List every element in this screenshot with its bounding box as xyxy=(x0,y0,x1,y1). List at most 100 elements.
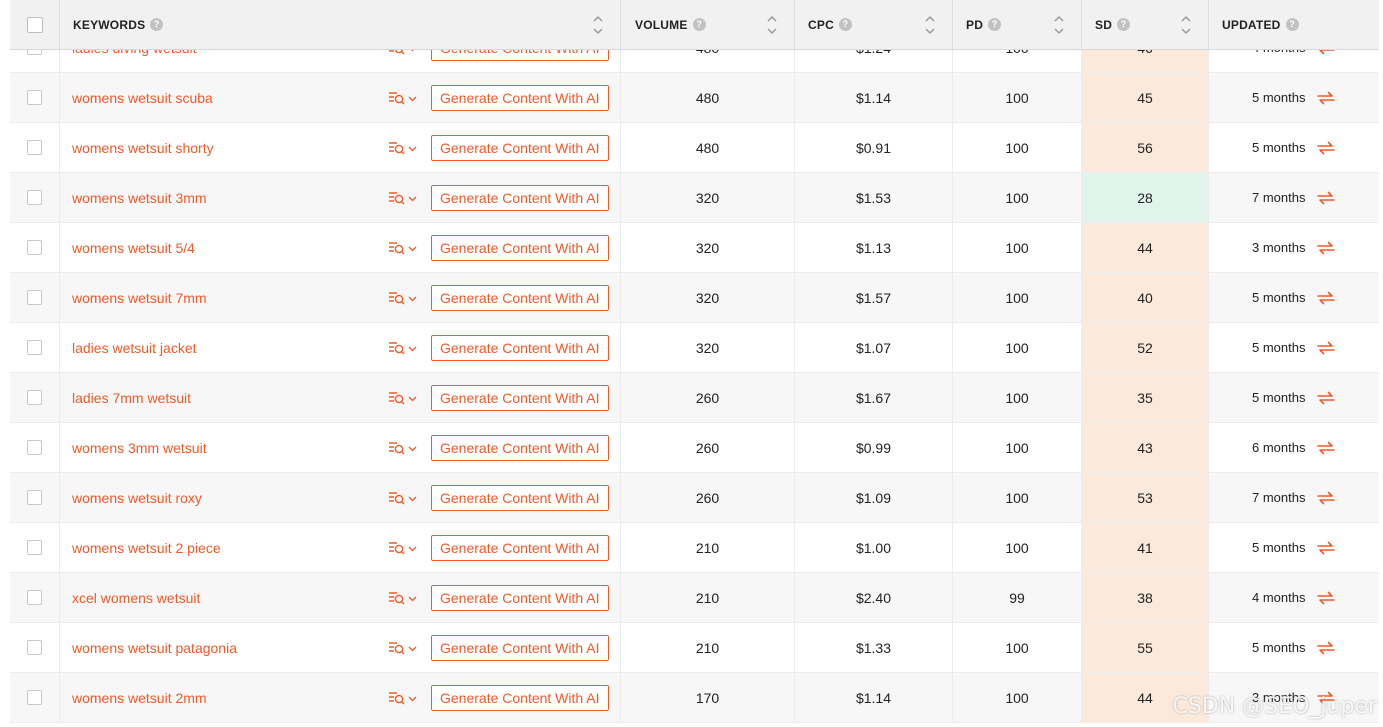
refresh-icon[interactable] xyxy=(1315,188,1337,208)
keyword-link[interactable]: womens wetsuit 2 piece xyxy=(72,540,221,556)
row-checkbox[interactable] xyxy=(27,590,42,605)
generate-content-button[interactable]: Generate Content With AI xyxy=(431,84,609,111)
help-icon[interactable]: ? xyxy=(838,18,852,31)
sd-cell: 45 xyxy=(1082,73,1209,122)
generate-content-button[interactable]: Generate Content With AI xyxy=(431,334,609,361)
refresh-icon[interactable] xyxy=(1315,388,1337,408)
refresh-icon[interactable] xyxy=(1315,538,1337,558)
help-icon[interactable]: ? xyxy=(150,18,164,31)
keyword-tools: Generate Content With AI xyxy=(387,73,609,122)
keyword-link[interactable]: womens wetsuit shorty xyxy=(72,140,214,156)
refresh-icon[interactable] xyxy=(1315,238,1337,258)
header-volume[interactable]: VOLUME ? xyxy=(621,0,795,49)
keyword-link[interactable]: womens wetsuit 5/4 xyxy=(72,240,195,256)
serp-analysis-icon[interactable] xyxy=(387,138,419,158)
generate-content-button[interactable]: Generate Content With AI xyxy=(431,384,609,411)
generate-content-button[interactable]: Generate Content With AI xyxy=(431,434,609,461)
header-updated[interactable]: UPDATED ? xyxy=(1209,0,1379,49)
sort-icon[interactable] xyxy=(766,13,778,37)
keyword-link[interactable]: womens wetsuit scuba xyxy=(72,90,213,106)
help-icon[interactable]: ? xyxy=(1117,18,1131,31)
serp-analysis-icon[interactable] xyxy=(387,338,419,358)
updated-text: 5 months xyxy=(1252,640,1306,655)
row-checkbox[interactable] xyxy=(27,340,42,355)
generate-content-button[interactable]: Generate Content With AI xyxy=(431,284,609,311)
generate-content-button[interactable]: Generate Content With AI xyxy=(431,184,609,211)
row-checkbox[interactable] xyxy=(27,540,42,555)
table-row: womens 3mm wetsuit Generate Content With … xyxy=(10,423,1379,473)
serp-analysis-icon[interactable] xyxy=(387,388,419,408)
serp-analysis-icon[interactable] xyxy=(387,688,419,708)
row-select-cell xyxy=(10,173,60,222)
sort-icon[interactable] xyxy=(924,13,936,37)
generate-content-button[interactable]: Generate Content With AI xyxy=(431,484,609,511)
refresh-icon[interactable] xyxy=(1315,88,1337,108)
serp-analysis-icon[interactable] xyxy=(387,488,419,508)
header-cpc[interactable]: CPC ? xyxy=(795,0,953,49)
refresh-icon[interactable] xyxy=(1315,438,1337,458)
pd-cell: 100 xyxy=(953,673,1082,722)
keyword-link[interactable]: womens wetsuit 3mm xyxy=(72,190,207,206)
serp-analysis-icon[interactable] xyxy=(387,638,419,658)
refresh-icon[interactable] xyxy=(1315,588,1337,608)
cpc-cell: $0.99 xyxy=(795,423,953,472)
generate-content-button[interactable]: Generate Content With AI xyxy=(431,684,609,711)
keyword-link[interactable]: womens wetsuit roxy xyxy=(72,490,202,506)
generate-content-button[interactable]: Generate Content With AI xyxy=(431,134,609,161)
keyword-link[interactable]: womens 3mm wetsuit xyxy=(72,440,207,456)
row-checkbox[interactable] xyxy=(27,490,42,505)
sd-cell: 43 xyxy=(1082,423,1209,472)
header-pd[interactable]: PD ? xyxy=(953,0,1082,49)
updated-cell: 5 months xyxy=(1209,73,1379,122)
select-all-checkbox[interactable] xyxy=(26,16,43,33)
keyword-link[interactable]: womens wetsuit patagonia xyxy=(72,640,237,656)
serp-analysis-icon[interactable] xyxy=(387,238,419,258)
keyword-cell: xcel womens wetsuit Generate Content With… xyxy=(60,573,621,622)
sort-icon[interactable] xyxy=(1180,13,1192,37)
row-checkbox[interactable] xyxy=(27,240,42,255)
volume-cell: 260 xyxy=(621,423,795,472)
generate-content-button[interactable]: Generate Content With AI xyxy=(431,534,609,561)
row-checkbox[interactable] xyxy=(27,290,42,305)
header-sd[interactable]: SD ? xyxy=(1082,0,1209,49)
help-icon[interactable]: ? xyxy=(1285,18,1299,31)
keyword-link[interactable]: womens wetsuit 7mm xyxy=(72,290,207,306)
help-icon[interactable]: ? xyxy=(988,18,1002,31)
refresh-icon[interactable] xyxy=(1315,288,1337,308)
keyword-link[interactable]: ladies wetsuit jacket xyxy=(72,340,197,356)
serp-analysis-icon[interactable] xyxy=(387,538,419,558)
help-icon[interactable]: ? xyxy=(692,18,706,31)
row-checkbox[interactable] xyxy=(27,190,42,205)
refresh-icon[interactable] xyxy=(1315,638,1337,658)
keyword-link[interactable]: ladies 7mm wetsuit xyxy=(72,390,191,406)
sd-cell: 35 xyxy=(1082,373,1209,422)
keyword-cell: womens wetsuit 5/4 Generate Content With … xyxy=(60,223,621,272)
updated-text: 7 months xyxy=(1252,490,1306,505)
serp-analysis-icon[interactable] xyxy=(387,188,419,208)
header-keywords[interactable]: KEYWORDS ? xyxy=(60,0,621,49)
updated-cell: 5 months xyxy=(1209,523,1379,572)
sort-icon[interactable] xyxy=(592,13,604,37)
keyword-link[interactable]: xcel womens wetsuit xyxy=(72,590,200,606)
generate-content-button[interactable]: Generate Content With AI xyxy=(431,634,609,661)
refresh-icon[interactable] xyxy=(1315,338,1337,358)
serp-analysis-icon[interactable] xyxy=(387,588,419,608)
row-checkbox[interactable] xyxy=(27,640,42,655)
keyword-cell: ladies 7mm wetsuit Generate Content With … xyxy=(60,373,621,422)
refresh-icon[interactable] xyxy=(1315,488,1337,508)
refresh-icon[interactable] xyxy=(1315,138,1337,158)
sort-icon[interactable] xyxy=(1053,13,1065,37)
serp-analysis-icon[interactable] xyxy=(387,88,419,108)
row-checkbox[interactable] xyxy=(27,440,42,455)
keyword-link[interactable]: womens wetsuit 2mm xyxy=(72,690,207,706)
row-select-cell xyxy=(10,623,60,672)
serp-analysis-icon[interactable] xyxy=(387,438,419,458)
generate-content-button[interactable]: Generate Content With AI xyxy=(431,234,609,261)
generate-content-button[interactable]: Generate Content With AI xyxy=(431,584,609,611)
row-checkbox[interactable] xyxy=(27,90,42,105)
row-checkbox[interactable] xyxy=(27,390,42,405)
volume-cell: 320 xyxy=(621,323,795,372)
row-checkbox[interactable] xyxy=(27,690,42,705)
row-checkbox[interactable] xyxy=(27,140,42,155)
serp-analysis-icon[interactable] xyxy=(387,288,419,308)
